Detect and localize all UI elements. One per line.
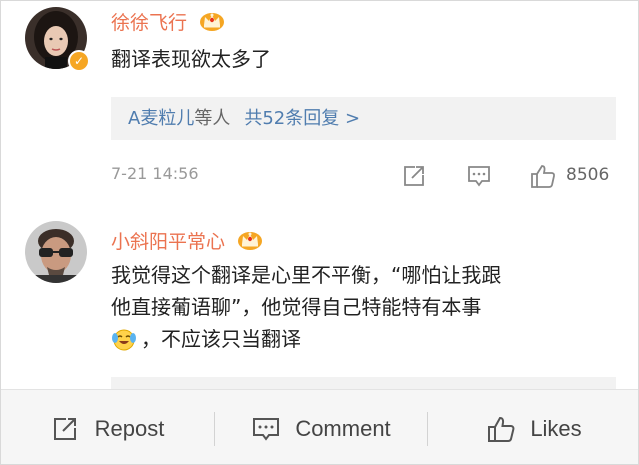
crown-icon	[237, 229, 263, 256]
comment-text-line: 我觉得这个翻译是心里不平衡，“哪怕让我跟	[111, 263, 502, 287]
share-icon[interactable]	[401, 163, 427, 193]
verified-badge-icon: ✓	[68, 50, 90, 72]
repost-button[interactable]: Repost	[1, 390, 214, 464]
comment-bubble-icon	[253, 417, 280, 441]
comment-icon[interactable]	[466, 163, 492, 193]
bottom-action-bar: Repost Comment Likes	[1, 389, 638, 464]
comment-button[interactable]: Comment	[215, 390, 427, 464]
username[interactable]: 徐徐飞行	[111, 8, 225, 37]
likes-label: Likes	[530, 415, 582, 441]
comment-text-line: 他直接葡语聊”，他觉得自己特能特有本事	[111, 295, 482, 319]
like-count: 8506	[566, 165, 610, 185]
timestamp: 7-21 14:56	[111, 164, 199, 183]
thumbs-up-icon	[488, 416, 515, 442]
reply-user-link[interactable]: A麦粒儿	[128, 108, 194, 129]
comment-text: 翻译表现欲太多了	[111, 47, 271, 71]
like-icon[interactable]	[529, 163, 557, 193]
repost-label: Repost	[94, 415, 165, 441]
comment-item: 小斜阳平常心 我觉得这个翻译是心里不平衡，“哪怕让我跟 他直接葡语聊”，他觉得自…	[1, 205, 638, 391]
replies-preview[interactable]: A麦粒儿等人 共52条回复 >	[111, 97, 616, 140]
comment-feed: ✓ 徐徐飞行 翻译表现欲太多了 A麦粒儿等人 共52条回复 > 7-21 14:5…	[0, 0, 639, 465]
reply-count-link[interactable]: 共52条回复 >	[244, 108, 360, 129]
reply-suffix: 等人	[194, 108, 231, 129]
comment-item: ✓ 徐徐飞行 翻译表现欲太多了 A麦粒儿等人 共52条回复 > 7-21 14:5…	[1, 1, 638, 201]
laughing-crying-emoji-icon	[111, 327, 137, 360]
comment-label: Comment	[295, 415, 391, 441]
username[interactable]: 小斜阳平常心	[111, 227, 263, 256]
username-text[interactable]: 小斜阳平常心	[111, 231, 225, 253]
crown-icon	[199, 10, 225, 37]
avatar[interactable]	[25, 221, 87, 283]
comment-text: 我觉得这个翻译是心里不平衡，“哪怕让我跟 他直接葡语聊”，他觉得自己特能特有本事…	[111, 259, 611, 360]
comment-text-line-3: ，不应该只当翻译	[111, 323, 611, 360]
likes-button[interactable]: Likes	[428, 390, 638, 464]
username-text[interactable]: 徐徐飞行	[111, 12, 187, 34]
repost-icon	[53, 417, 76, 440]
comment-text-line: ，不应该只当翻译	[141, 327, 301, 351]
